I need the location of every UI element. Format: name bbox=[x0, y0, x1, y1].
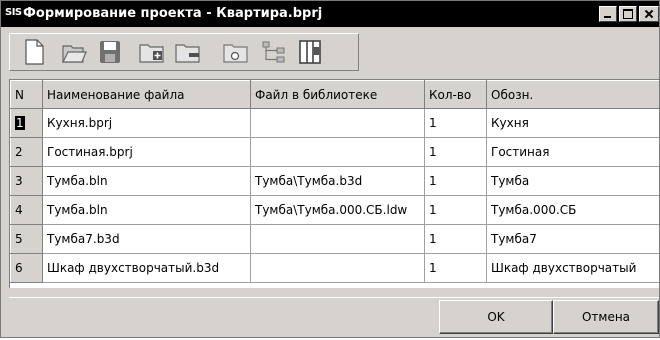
folder-properties-icon[interactable] bbox=[222, 38, 250, 66]
library-file-cell[interactable]: Тумба\Тумба.000.СБ.ldw bbox=[250, 195, 425, 225]
quantity-cell[interactable]: 1 bbox=[424, 166, 487, 196]
designation-cell[interactable]: Тумба.000.СБ bbox=[486, 195, 659, 225]
app-icon: SIS bbox=[5, 7, 22, 18]
project-files-table: N Наименование файла Файл в библиотеке К… bbox=[9, 79, 659, 288]
save-icon[interactable] bbox=[96, 38, 124, 66]
toolbar bbox=[9, 33, 359, 71]
table-header-row: N Наименование файла Файл в библиотеке К… bbox=[10, 80, 659, 109]
ok-button[interactable]: OK bbox=[439, 300, 553, 334]
table-row[interactable]: 3 Тумба.bln Тумба\Тумба.b3d 1 Тумба bbox=[10, 166, 659, 196]
columns-icon[interactable] bbox=[296, 38, 324, 66]
designation-cell[interactable]: Кухня bbox=[486, 108, 659, 138]
row-number[interactable]: 1 bbox=[10, 108, 43, 138]
library-file-cell[interactable]: Тумба\Тумба.b3d bbox=[250, 166, 425, 196]
cancel-button[interactable]: Отмена bbox=[553, 300, 659, 334]
designation-cell[interactable]: Гостиная bbox=[486, 137, 659, 167]
maximize-button[interactable] bbox=[619, 6, 637, 22]
file-name-cell[interactable]: Кухня.bprj bbox=[42, 108, 251, 138]
close-button[interactable] bbox=[639, 6, 659, 22]
file-name-cell[interactable]: Тумба.bln bbox=[42, 166, 251, 196]
table-row[interactable]: 2 Гостиная.bprj 1 Гостиная bbox=[10, 137, 659, 167]
button-bar: OK Отмена bbox=[9, 297, 659, 334]
quantity-cell[interactable]: 1 bbox=[424, 224, 487, 254]
quantity-cell[interactable]: 1 bbox=[424, 108, 487, 138]
title-bar[interactable]: SIS Формирование проекта - Квартира.bprj bbox=[1, 1, 659, 27]
folder-add-icon[interactable] bbox=[138, 38, 166, 66]
library-file-cell[interactable] bbox=[250, 137, 425, 167]
row-number[interactable]: 3 bbox=[10, 166, 43, 196]
folder-remove-icon[interactable] bbox=[174, 38, 202, 66]
table-row[interactable]: 6 Шкаф двухстворчатый.b3d 1 Шкаф двухств… bbox=[10, 253, 659, 283]
quantity-cell[interactable]: 1 bbox=[424, 137, 487, 167]
column-header-designation[interactable]: Обозн. bbox=[486, 80, 659, 109]
library-file-cell[interactable] bbox=[250, 224, 425, 254]
file-name-cell[interactable]: Тумба7.b3d bbox=[42, 224, 251, 254]
row-number[interactable]: 5 bbox=[10, 224, 43, 254]
quantity-cell[interactable]: 1 bbox=[424, 195, 487, 225]
open-folder-icon[interactable] bbox=[60, 38, 88, 66]
table-row[interactable]: 5 Тумба7.b3d 1 Тумба7 bbox=[10, 224, 659, 254]
row-number[interactable]: 6 bbox=[10, 253, 43, 283]
file-name-cell[interactable]: Тумба.bln bbox=[42, 195, 251, 225]
quantity-cell[interactable]: 1 bbox=[424, 253, 487, 283]
window-controls bbox=[599, 6, 659, 22]
row-number[interactable]: 4 bbox=[10, 195, 43, 225]
window-title: Формирование проекта - Квартира.bprj bbox=[23, 6, 323, 21]
minimize-button[interactable] bbox=[599, 6, 617, 22]
column-header-quantity[interactable]: Кол-во bbox=[424, 80, 487, 109]
file-name-cell[interactable]: Гостиная.bprj bbox=[42, 137, 251, 167]
dialog-window: SIS Формирование проекта - Квартира.bprj bbox=[0, 0, 660, 338]
new-file-icon[interactable] bbox=[20, 38, 48, 66]
column-header-file-name[interactable]: Наименование файла bbox=[42, 80, 251, 109]
library-file-cell[interactable] bbox=[250, 253, 425, 283]
designation-cell[interactable]: Тумба bbox=[486, 166, 659, 196]
designation-cell[interactable]: Шкаф двухстворчатый bbox=[486, 253, 659, 283]
table-row[interactable]: 4 Тумба.bln Тумба\Тумба.000.СБ.ldw 1 Тум… bbox=[10, 195, 659, 225]
column-header-library-file[interactable]: Файл в библиотеке bbox=[250, 80, 425, 109]
library-file-cell[interactable] bbox=[250, 108, 425, 138]
table-row[interactable]: 1 Кухня.bprj 1 Кухня bbox=[10, 108, 659, 138]
file-name-cell[interactable]: Шкаф двухстворчатый.b3d bbox=[42, 253, 251, 283]
column-header-n[interactable]: N bbox=[10, 80, 43, 109]
designation-cell[interactable]: Тумба7 bbox=[486, 224, 659, 254]
tree-icon[interactable] bbox=[260, 38, 288, 66]
row-number[interactable]: 2 bbox=[10, 137, 43, 167]
